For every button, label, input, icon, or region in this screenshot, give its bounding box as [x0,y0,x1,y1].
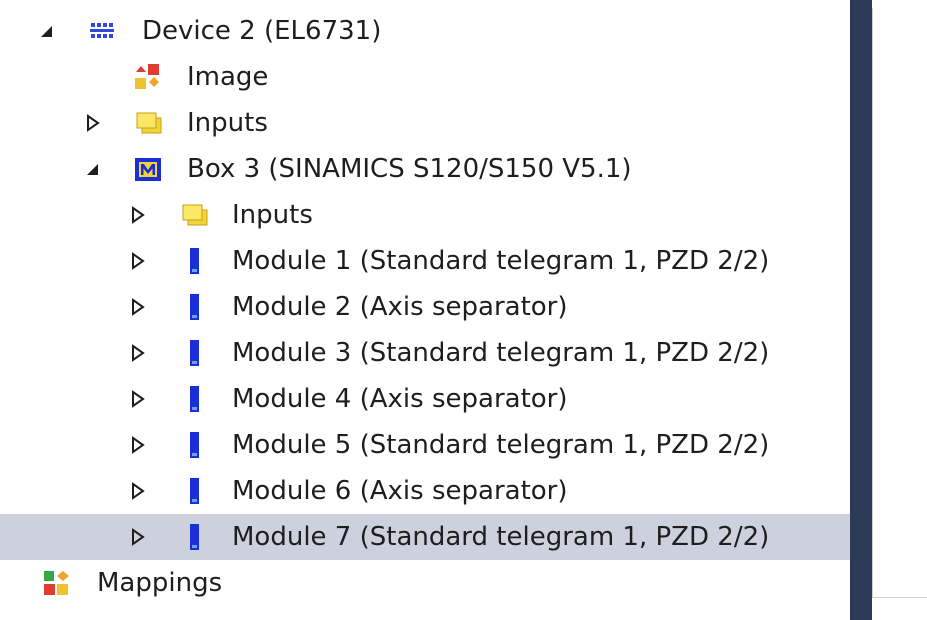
tree-item-label: Mappings [97,568,223,598]
tree-item-module-2[interactable]: Module 2 (Axis separator) [0,284,850,330]
module-icon [181,523,209,551]
expand-arrow-icon[interactable] [86,114,100,132]
tree-item-label: Module 3 (Standard telegram 1, PZD 2/2) [232,338,770,368]
tree-item-label: Box 3 (SINAMICS S120/S150 V5.1) [187,154,632,184]
tree-item-module-7[interactable]: Module 7 (Standard telegram 1, PZD 2/2) [0,514,850,560]
module-icon [181,339,209,367]
tree-item-box-inputs[interactable]: Inputs [0,192,850,238]
tree-item-label: Module 7 (Standard telegram 1, PZD 2/2) [232,522,770,552]
box-icon [134,155,162,183]
tree-item-device-2[interactable]: Device 2 (EL6731) [0,8,850,54]
module-icon [181,293,209,321]
mappings-icon [42,569,70,597]
tree-item-label: Module 6 (Axis separator) [232,476,568,506]
tree-item-inputs[interactable]: Inputs [0,100,850,146]
tree-item-label: Module 5 (Standard telegram 1, PZD 2/2) [232,430,770,460]
solution-tree: Device 2 (EL6731) Image Inputs Box 3 (SI… [0,0,850,620]
collapse-arrow-icon[interactable] [40,22,54,40]
expand-arrow-icon[interactable] [131,206,145,224]
tree-item-module-5[interactable]: Module 5 (Standard telegram 1, PZD 2/2) [0,422,850,468]
expand-arrow-icon[interactable] [131,298,145,316]
tree-item-box-3[interactable]: Box 3 (SINAMICS S120/S150 V5.1) [0,146,850,192]
module-icon [181,477,209,505]
tree-item-module-6[interactable]: Module 6 (Axis separator) [0,468,850,514]
tree-item-module-3[interactable]: Module 3 (Standard telegram 1, PZD 2/2) [0,330,850,376]
tree-item-label: Image [187,62,269,92]
tree-item-label: Module 1 (Standard telegram 1, PZD 2/2) [232,246,770,276]
expand-arrow-icon[interactable] [131,436,145,454]
inputs-folder-icon [135,109,163,137]
tree-item-mappings[interactable]: Mappings [0,560,850,606]
collapse-arrow-icon[interactable] [86,160,100,178]
expand-arrow-icon[interactable] [131,482,145,500]
module-icon [181,385,209,413]
tree-item-label: Device 2 (EL6731) [142,16,382,46]
image-icon [133,63,161,91]
detail-pane [872,0,927,620]
tree-item-module-4[interactable]: Module 4 (Axis separator) [0,376,850,422]
tree-item-label: Inputs [232,200,313,230]
tree-item-label: Inputs [187,108,268,138]
detail-pane-border [872,8,927,598]
module-icon [181,247,209,275]
tree-item-module-1[interactable]: Module 1 (Standard telegram 1, PZD 2/2) [0,238,850,284]
pane-splitter[interactable] [850,0,872,620]
expand-arrow-icon[interactable] [131,344,145,362]
expand-arrow-icon[interactable] [131,528,145,546]
network-device-icon [88,17,116,45]
tree-item-image[interactable]: Image [0,54,850,100]
expand-arrow-icon[interactable] [131,390,145,408]
module-icon [181,431,209,459]
inputs-folder-icon [181,201,209,229]
tree-item-label: Module 2 (Axis separator) [232,292,568,322]
tree-item-label: Module 4 (Axis separator) [232,384,568,414]
expand-arrow-icon[interactable] [131,252,145,270]
